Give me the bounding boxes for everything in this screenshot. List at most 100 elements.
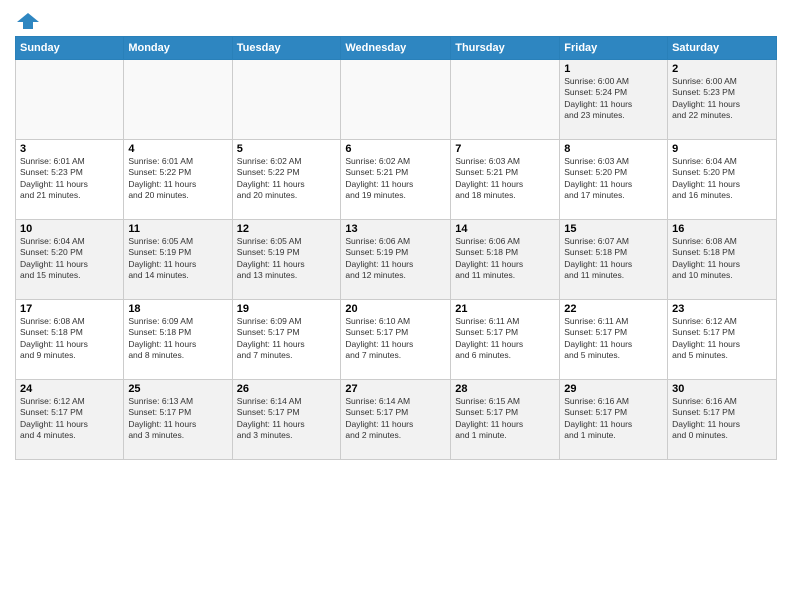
day-info: Sunrise: 6:06 AM Sunset: 5:18 PM Dayligh… <box>455 236 555 282</box>
page: SundayMondayTuesdayWednesdayThursdayFrid… <box>0 0 792 470</box>
day-number: 28 <box>455 383 555 395</box>
calendar-cell: 2Sunrise: 6:00 AM Sunset: 5:23 PM Daylig… <box>668 60 777 140</box>
day-number: 8 <box>564 143 663 155</box>
day-info: Sunrise: 6:04 AM Sunset: 5:20 PM Dayligh… <box>20 236 119 282</box>
day-info: Sunrise: 6:00 AM Sunset: 5:24 PM Dayligh… <box>564 76 663 122</box>
day-number: 14 <box>455 223 555 235</box>
week-row-1: 1Sunrise: 6:00 AM Sunset: 5:24 PM Daylig… <box>16 60 777 140</box>
day-info: Sunrise: 6:02 AM Sunset: 5:21 PM Dayligh… <box>345 156 446 202</box>
logo <box>15 10 39 28</box>
day-info: Sunrise: 6:09 AM Sunset: 5:17 PM Dayligh… <box>237 316 337 362</box>
day-number: 1 <box>564 63 663 75</box>
day-info: Sunrise: 6:10 AM Sunset: 5:17 PM Dayligh… <box>345 316 446 362</box>
calendar-cell: 25Sunrise: 6:13 AM Sunset: 5:17 PM Dayli… <box>124 380 232 460</box>
calendar-cell: 21Sunrise: 6:11 AM Sunset: 5:17 PM Dayli… <box>451 300 560 380</box>
day-info: Sunrise: 6:12 AM Sunset: 5:17 PM Dayligh… <box>672 316 772 362</box>
calendar-cell: 29Sunrise: 6:16 AM Sunset: 5:17 PM Dayli… <box>560 380 668 460</box>
day-number: 10 <box>20 223 119 235</box>
day-number: 6 <box>345 143 446 155</box>
weekday-header-thursday: Thursday <box>451 37 560 60</box>
day-info: Sunrise: 6:08 AM Sunset: 5:18 PM Dayligh… <box>672 236 772 282</box>
calendar-cell: 15Sunrise: 6:07 AM Sunset: 5:18 PM Dayli… <box>560 220 668 300</box>
weekday-header-friday: Friday <box>560 37 668 60</box>
day-number: 3 <box>20 143 119 155</box>
day-info: Sunrise: 6:15 AM Sunset: 5:17 PM Dayligh… <box>455 396 555 442</box>
calendar-cell: 17Sunrise: 6:08 AM Sunset: 5:18 PM Dayli… <box>16 300 124 380</box>
day-info: Sunrise: 6:08 AM Sunset: 5:18 PM Dayligh… <box>20 316 119 362</box>
day-number: 4 <box>128 143 227 155</box>
day-number: 17 <box>20 303 119 315</box>
calendar-cell: 18Sunrise: 6:09 AM Sunset: 5:18 PM Dayli… <box>124 300 232 380</box>
day-number: 2 <box>672 63 772 75</box>
day-number: 27 <box>345 383 446 395</box>
day-info: Sunrise: 6:02 AM Sunset: 5:22 PM Dayligh… <box>237 156 337 202</box>
calendar-cell: 23Sunrise: 6:12 AM Sunset: 5:17 PM Dayli… <box>668 300 777 380</box>
day-info: Sunrise: 6:16 AM Sunset: 5:17 PM Dayligh… <box>564 396 663 442</box>
day-number: 29 <box>564 383 663 395</box>
calendar-cell: 11Sunrise: 6:05 AM Sunset: 5:19 PM Dayli… <box>124 220 232 300</box>
calendar-cell: 7Sunrise: 6:03 AM Sunset: 5:21 PM Daylig… <box>451 140 560 220</box>
calendar-cell: 6Sunrise: 6:02 AM Sunset: 5:21 PM Daylig… <box>341 140 451 220</box>
week-row-3: 10Sunrise: 6:04 AM Sunset: 5:20 PM Dayli… <box>16 220 777 300</box>
calendar-table: SundayMondayTuesdayWednesdayThursdayFrid… <box>15 36 777 460</box>
day-info: Sunrise: 6:14 AM Sunset: 5:17 PM Dayligh… <box>345 396 446 442</box>
day-number: 26 <box>237 383 337 395</box>
calendar-cell <box>16 60 124 140</box>
calendar-cell: 16Sunrise: 6:08 AM Sunset: 5:18 PM Dayli… <box>668 220 777 300</box>
calendar-cell <box>341 60 451 140</box>
calendar-cell: 5Sunrise: 6:02 AM Sunset: 5:22 PM Daylig… <box>232 140 341 220</box>
day-info: Sunrise: 6:11 AM Sunset: 5:17 PM Dayligh… <box>455 316 555 362</box>
day-info: Sunrise: 6:06 AM Sunset: 5:19 PM Dayligh… <box>345 236 446 282</box>
calendar-cell: 22Sunrise: 6:11 AM Sunset: 5:17 PM Dayli… <box>560 300 668 380</box>
day-info: Sunrise: 6:11 AM Sunset: 5:17 PM Dayligh… <box>564 316 663 362</box>
day-number: 12 <box>237 223 337 235</box>
calendar-cell: 8Sunrise: 6:03 AM Sunset: 5:20 PM Daylig… <box>560 140 668 220</box>
week-row-5: 24Sunrise: 6:12 AM Sunset: 5:17 PM Dayli… <box>16 380 777 460</box>
day-number: 16 <box>672 223 772 235</box>
calendar-cell: 28Sunrise: 6:15 AM Sunset: 5:17 PM Dayli… <box>451 380 560 460</box>
calendar-cell: 9Sunrise: 6:04 AM Sunset: 5:20 PM Daylig… <box>668 140 777 220</box>
week-row-4: 17Sunrise: 6:08 AM Sunset: 5:18 PM Dayli… <box>16 300 777 380</box>
weekday-header-monday: Monday <box>124 37 232 60</box>
calendar-cell: 26Sunrise: 6:14 AM Sunset: 5:17 PM Dayli… <box>232 380 341 460</box>
calendar-cell: 19Sunrise: 6:09 AM Sunset: 5:17 PM Dayli… <box>232 300 341 380</box>
day-number: 22 <box>564 303 663 315</box>
day-info: Sunrise: 6:14 AM Sunset: 5:17 PM Dayligh… <box>237 396 337 442</box>
day-info: Sunrise: 6:03 AM Sunset: 5:21 PM Dayligh… <box>455 156 555 202</box>
day-number: 24 <box>20 383 119 395</box>
day-info: Sunrise: 6:13 AM Sunset: 5:17 PM Dayligh… <box>128 396 227 442</box>
day-info: Sunrise: 6:09 AM Sunset: 5:18 PM Dayligh… <box>128 316 227 362</box>
day-info: Sunrise: 6:04 AM Sunset: 5:20 PM Dayligh… <box>672 156 772 202</box>
calendar-cell: 30Sunrise: 6:16 AM Sunset: 5:17 PM Dayli… <box>668 380 777 460</box>
weekday-header-tuesday: Tuesday <box>232 37 341 60</box>
day-info: Sunrise: 6:05 AM Sunset: 5:19 PM Dayligh… <box>128 236 227 282</box>
day-info: Sunrise: 6:12 AM Sunset: 5:17 PM Dayligh… <box>20 396 119 442</box>
calendar-cell <box>124 60 232 140</box>
day-number: 21 <box>455 303 555 315</box>
day-number: 9 <box>672 143 772 155</box>
calendar-cell: 13Sunrise: 6:06 AM Sunset: 5:19 PM Dayli… <box>341 220 451 300</box>
day-info: Sunrise: 6:00 AM Sunset: 5:23 PM Dayligh… <box>672 76 772 122</box>
calendar-cell: 10Sunrise: 6:04 AM Sunset: 5:20 PM Dayli… <box>16 220 124 300</box>
weekday-header-row: SundayMondayTuesdayWednesdayThursdayFrid… <box>16 37 777 60</box>
day-info: Sunrise: 6:16 AM Sunset: 5:17 PM Dayligh… <box>672 396 772 442</box>
calendar-cell: 14Sunrise: 6:06 AM Sunset: 5:18 PM Dayli… <box>451 220 560 300</box>
calendar-cell <box>232 60 341 140</box>
day-number: 11 <box>128 223 227 235</box>
day-number: 7 <box>455 143 555 155</box>
day-info: Sunrise: 6:05 AM Sunset: 5:19 PM Dayligh… <box>237 236 337 282</box>
calendar-cell: 27Sunrise: 6:14 AM Sunset: 5:17 PM Dayli… <box>341 380 451 460</box>
logo-bird-icon <box>17 10 39 32</box>
calendar-cell: 24Sunrise: 6:12 AM Sunset: 5:17 PM Dayli… <box>16 380 124 460</box>
calendar-cell: 12Sunrise: 6:05 AM Sunset: 5:19 PM Dayli… <box>232 220 341 300</box>
day-number: 25 <box>128 383 227 395</box>
day-number: 23 <box>672 303 772 315</box>
day-number: 20 <box>345 303 446 315</box>
weekday-header-wednesday: Wednesday <box>341 37 451 60</box>
calendar-cell: 4Sunrise: 6:01 AM Sunset: 5:22 PM Daylig… <box>124 140 232 220</box>
day-number: 19 <box>237 303 337 315</box>
calendar-cell: 3Sunrise: 6:01 AM Sunset: 5:23 PM Daylig… <box>16 140 124 220</box>
day-info: Sunrise: 6:03 AM Sunset: 5:20 PM Dayligh… <box>564 156 663 202</box>
day-number: 13 <box>345 223 446 235</box>
day-info: Sunrise: 6:07 AM Sunset: 5:18 PM Dayligh… <box>564 236 663 282</box>
